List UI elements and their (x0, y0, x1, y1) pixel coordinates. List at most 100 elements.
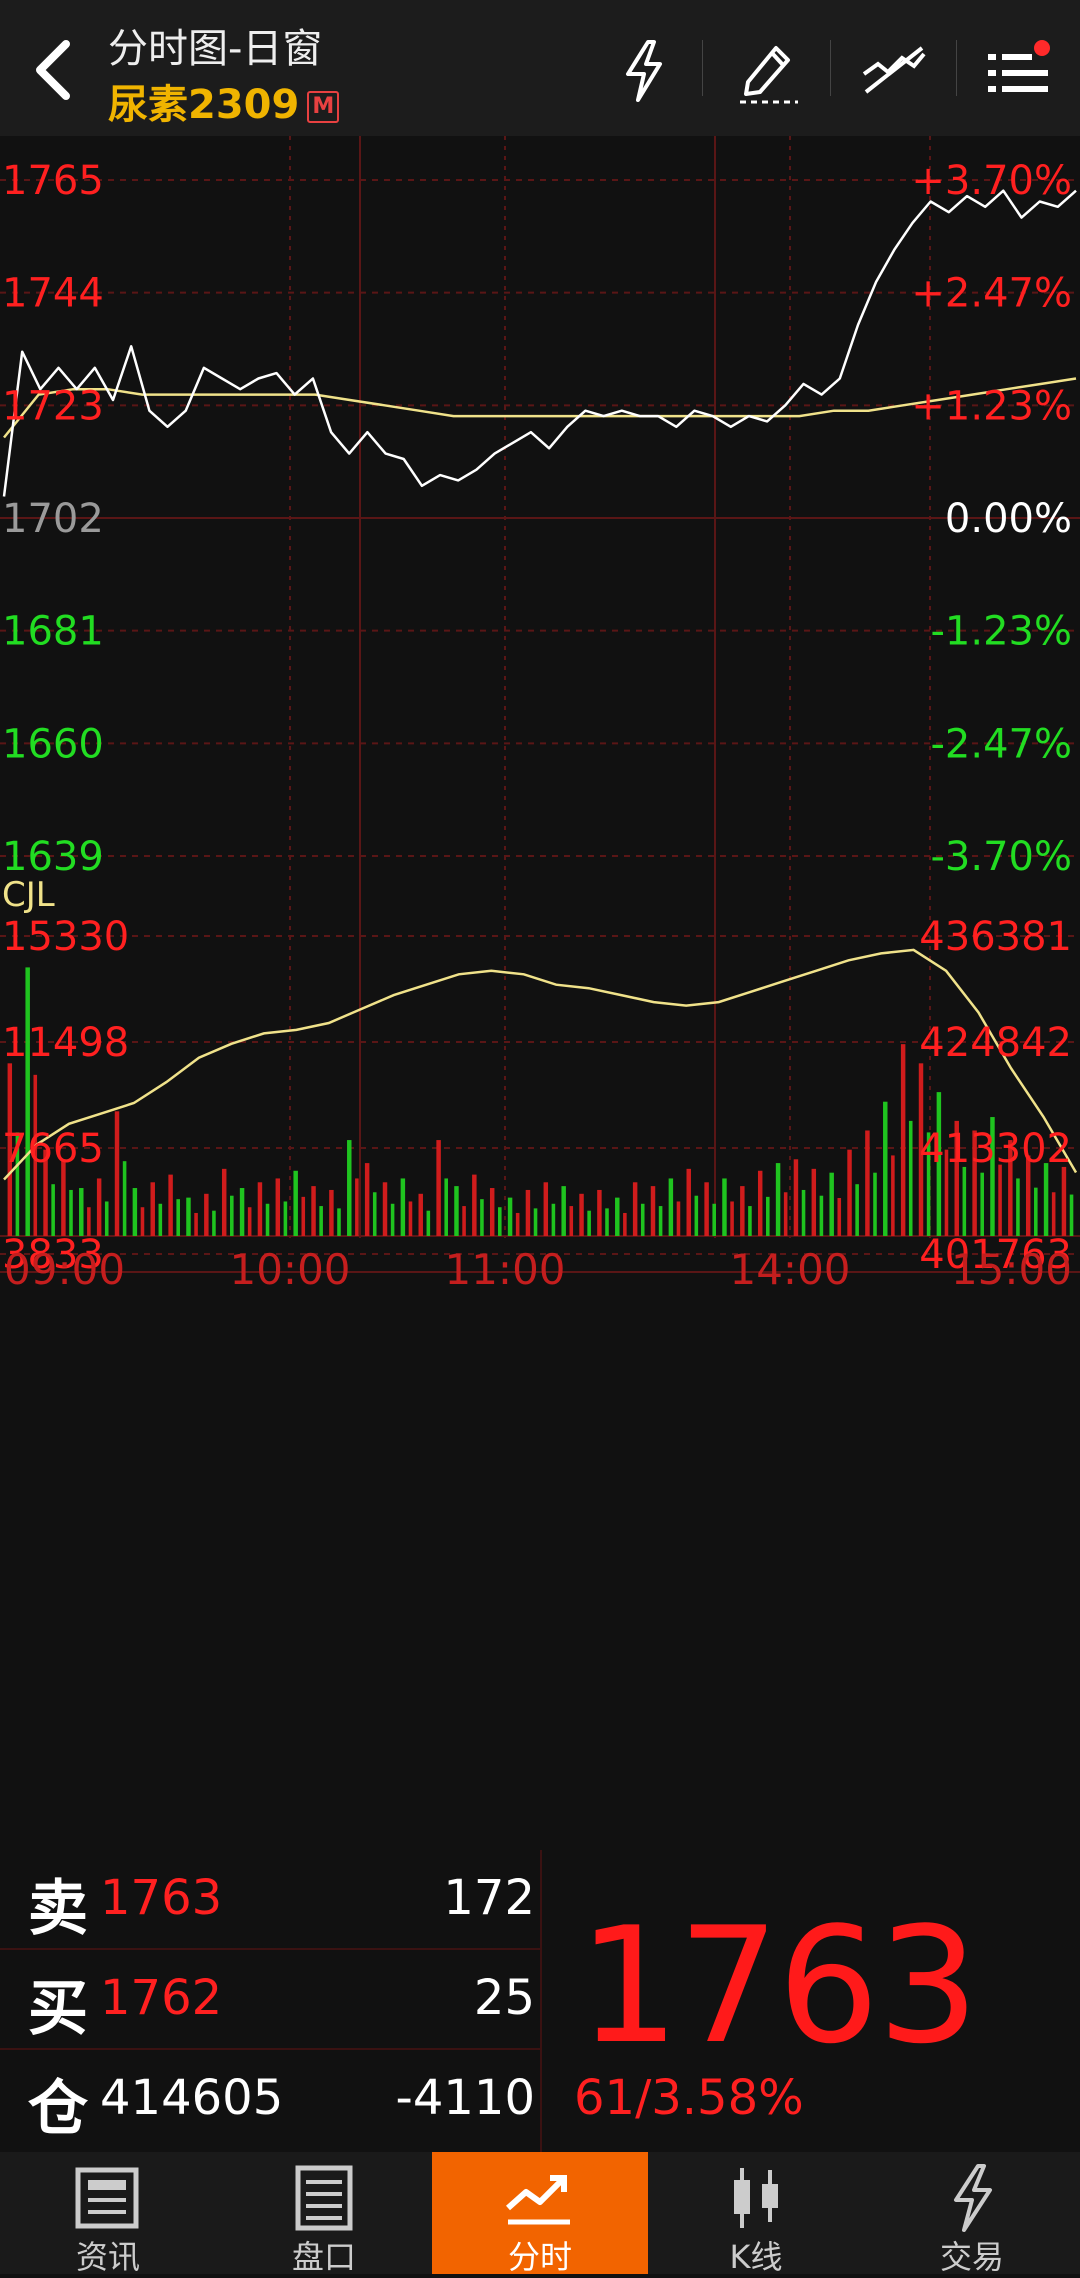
instrument-name[interactable]: 尿素2309 M (108, 72, 340, 130)
volume-bar (615, 1197, 620, 1236)
tab-orderbook[interactable]: 盘口 (216, 2152, 432, 2276)
percent-axis-label: +1.23% (911, 383, 1072, 429)
draw-pen-icon[interactable] (728, 30, 808, 110)
volume-bar (740, 1186, 745, 1236)
tab-trade-label: 交易 (939, 2238, 1004, 2276)
candlestick-icon (734, 2168, 778, 2228)
volume-bar (801, 1189, 806, 1236)
volume-bar (69, 1189, 73, 1236)
volume-bar (132, 1188, 138, 1236)
volume-bar (623, 1212, 627, 1236)
volume-bar (730, 1201, 734, 1236)
indicator-lines-icon[interactable] (854, 30, 934, 110)
volume-bar (561, 1186, 566, 1236)
main-contract-badge: M (307, 91, 340, 123)
volume-bar (507, 1197, 513, 1236)
volume-bar (1034, 1187, 1038, 1236)
percent-axis-label: +2.47% (911, 271, 1072, 317)
menu-icon[interactable] (978, 30, 1058, 110)
volume-bar (51, 1184, 55, 1236)
volume-bar (212, 1210, 216, 1236)
volume-bar (168, 1174, 173, 1236)
tab-intraday-label: 分时 (507, 2238, 572, 2276)
volume-bar (194, 1212, 198, 1236)
volume-bar (757, 1170, 763, 1236)
price-axis-label: 1639 (2, 834, 104, 880)
volume-bar (579, 1193, 584, 1236)
orderbook-icon (295, 2165, 353, 2231)
volume-bar (694, 1195, 699, 1236)
volume-bar (347, 1140, 352, 1236)
volume-bar (418, 1193, 423, 1236)
newspaper-icon (75, 2167, 139, 2229)
price-axis-label: 1660 (2, 721, 104, 767)
volume-bar (855, 1184, 859, 1236)
time-axis-label: 09:00 (4, 1245, 125, 1294)
instrument-label: 尿素2309 (108, 82, 300, 128)
volume-bar (865, 1130, 870, 1236)
volume-bar (551, 1203, 556, 1236)
time-axis-label: 11:00 (444, 1245, 565, 1294)
tab-kline-label: K线 (729, 2238, 783, 2276)
tab-kline[interactable]: K线 (648, 2152, 864, 2276)
volume-bar (900, 1044, 906, 1236)
volume-bar (283, 1201, 288, 1236)
volume-bar (498, 1207, 502, 1236)
volume-bar (462, 1206, 466, 1236)
open-interest-axis-label: 424842 (919, 1020, 1072, 1066)
volume-bar (1043, 1163, 1049, 1236)
volume-bar (1069, 1194, 1074, 1236)
lightning-icon[interactable] (604, 30, 684, 110)
volume-bar (712, 1203, 716, 1236)
column-divider (540, 1850, 542, 2152)
open-interest-change: -4110 (395, 2070, 535, 2126)
volume-bar (650, 1186, 656, 1236)
volume-bar (221, 1168, 227, 1236)
bid-label: 买 (28, 1974, 88, 2044)
page-title: 分时图-日窗 (108, 26, 323, 72)
volume-bar (426, 1210, 431, 1236)
tab-trade[interactable]: 交易 (864, 2152, 1080, 2276)
percent-axis-label: -2.47% (930, 721, 1072, 767)
bid-volume: 25 (473, 1970, 535, 2026)
tab-news[interactable]: 资讯 (0, 2152, 216, 2276)
volume-bar (186, 1197, 191, 1236)
percent-axis-label: +3.70% (911, 158, 1072, 204)
volume-bar (489, 1188, 495, 1236)
open-interest-line (3, 948, 1078, 1181)
trend-line-icon (506, 2175, 570, 2225)
volume-bar (176, 1199, 180, 1236)
volume-bar (569, 1206, 574, 1236)
quote-panel: 卖 1763 172 买 1762 25 仓 414605 -4110 1763… (0, 1850, 1080, 2152)
volume-bar (319, 1206, 323, 1236)
header-divider (830, 40, 831, 96)
volume-bar (847, 1149, 852, 1236)
volume-bar (704, 1182, 709, 1236)
volume-bar (364, 1163, 370, 1236)
volume-bar (372, 1192, 377, 1236)
open-interest-label: 仓 (28, 2074, 88, 2144)
volume-bar (722, 1178, 727, 1236)
volume-bar (837, 1198, 842, 1236)
bid-price[interactable]: 1762 (100, 1970, 222, 2026)
volume-bar (525, 1189, 531, 1236)
volume-bar (329, 1189, 334, 1236)
back-arrow-icon[interactable] (18, 30, 88, 110)
intraday-chart[interactable]: 1765 +3.70% 1744 +2.47% 1723 +1.23% 1702 0.00% 1… (0, 136, 1080, 1846)
volume-indicator-label: CJL (2, 875, 55, 915)
price-axis-label: 1681 (2, 609, 104, 655)
tab-intraday[interactable]: 分时 (432, 2152, 648, 2276)
volume-bar (230, 1195, 234, 1236)
price-change: 61/3.58% (574, 2070, 804, 2126)
volume-bar (1061, 1166, 1067, 1236)
volume-bar (275, 1178, 281, 1236)
volume-bar (811, 1168, 817, 1236)
volume-bar (400, 1178, 406, 1236)
volume-bar (337, 1208, 341, 1236)
volume-bar (408, 1201, 413, 1236)
volume-bar (390, 1203, 395, 1236)
volume-bar (775, 1163, 781, 1236)
time-axis-label: 10:00 (229, 1245, 350, 1294)
ask-price[interactable]: 1763 (100, 1870, 222, 1926)
volume-bar (140, 1207, 145, 1236)
